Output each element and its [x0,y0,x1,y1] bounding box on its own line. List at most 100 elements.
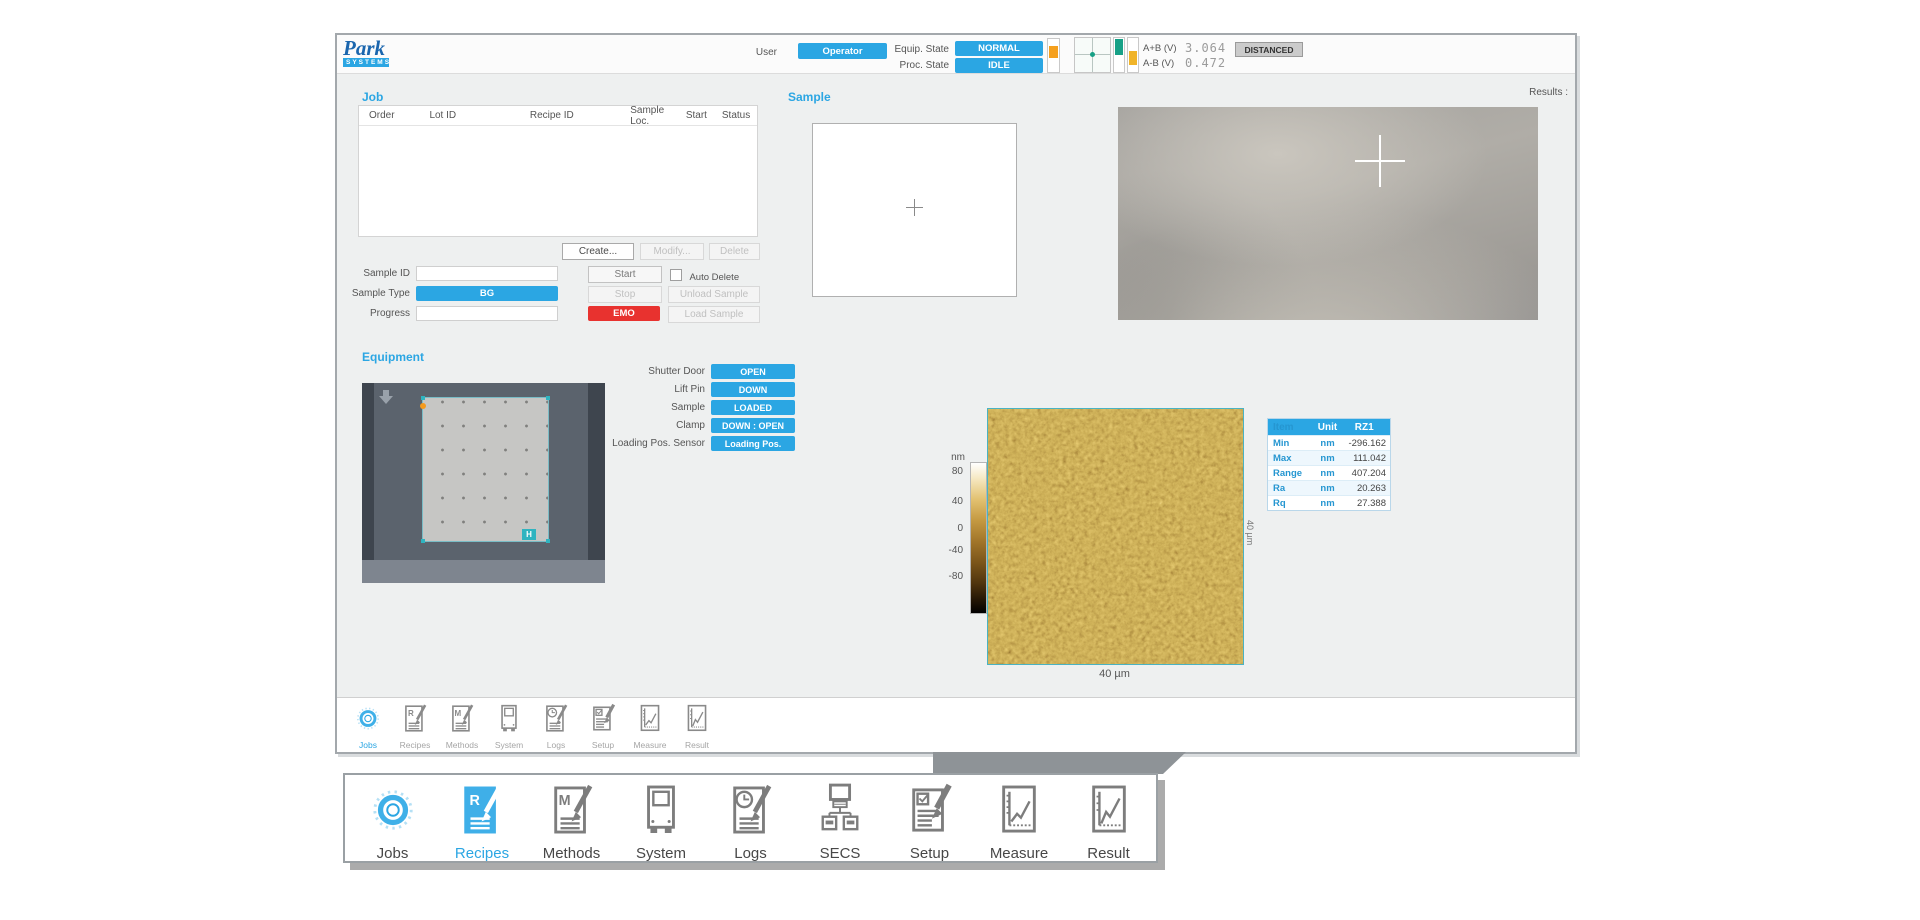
results-col-rz1: RZ1 [1342,422,1390,433]
modify-button[interactable]: Modify... [640,243,704,260]
camera-view[interactable] [1118,107,1538,320]
plate-h-marker: H [522,529,536,540]
callout-item-jobs[interactable]: Jobs [351,782,435,861]
result-item: Rq [1268,498,1313,509]
xy-position-indicator [1074,37,1111,73]
equipment-left-rail [362,383,374,583]
sample-type-label: Sample Type [337,288,410,299]
emo-button[interactable]: EMO [588,306,660,321]
distanced-button[interactable]: DISTANCED [1235,42,1303,57]
measure-icon [637,703,663,734]
callout-item-result[interactable]: Result [1067,782,1151,861]
equip-state-label: Equip. State [857,44,949,55]
result-item: Max [1268,453,1313,464]
callout-item-label: Setup [888,845,972,862]
callout-item-label: SECS [798,845,882,862]
loading-pos-status: Loading Pos. [711,436,795,451]
lift-pin-status: DOWN [711,382,795,397]
sample-type-value[interactable]: BG [416,286,558,301]
callout-item-label: Recipes [440,845,524,862]
auto-delete-label: Auto Delete [689,272,739,283]
callout-item-recipes[interactable]: Recipes [440,782,524,861]
unload-sample-button[interactable]: Unload Sample [668,286,760,303]
callout-item-measure[interactable]: Measure [977,782,1061,861]
equipment-schematic: H [362,383,605,583]
level-marker-orange [1049,46,1058,58]
equipment-right-rail [588,383,605,583]
result-value: 27.388 [1342,498,1390,509]
results-row-ra: Ra nm 20.263 [1268,480,1390,495]
methods-icon [449,703,475,734]
callout-item-label: Logs [709,845,793,862]
wafer-map-view[interactable] [812,123,1017,297]
callout-item-setup[interactable]: Setup [888,782,972,861]
equipment-panel-title: Equipment [362,350,424,364]
toolbar-item-setup[interactable]: Setup [581,698,625,752]
toolbar-item-jobs[interactable]: Jobs [346,698,390,752]
toolbar-item-label: System [487,740,531,750]
sample-id-input[interactable] [416,266,558,281]
col-recipe-id: Recipe ID [530,110,630,121]
sample-panel-title: Sample [788,90,831,104]
result-value: 111.042 [1342,453,1390,464]
proc-state-label: Proc. State [857,60,949,71]
colorbar-tick-n40: -40 [935,545,963,556]
scan-size-bottom-label: 40 µm [987,668,1242,680]
start-button[interactable]: Start [588,266,662,283]
sample-id-label: Sample ID [337,268,410,279]
job-table[interactable]: Order Lot ID Recipe ID Sample Loc. Start… [358,105,758,237]
auto-delete-box[interactable] [670,269,682,281]
toolbar-item-system[interactable]: System [487,698,531,752]
col-start: Start [686,110,722,121]
progress-label: Progress [337,308,410,319]
delete-button[interactable]: Delete [709,243,760,260]
jobs-icon [355,703,381,734]
toolbar-item-label: Recipes [393,740,437,750]
callout-item-label: Jobs [351,845,435,862]
toolbar-item-result[interactable]: Result [675,698,719,752]
park-systems-logo: Park SYSTEMS [343,38,389,67]
result-item: Min [1268,438,1313,449]
result-unit: nm [1313,438,1343,449]
result-value: 407.204 [1342,468,1390,479]
callout-item-label: System [619,845,703,862]
stop-button[interactable]: Stop [588,286,662,303]
results-col-unit: Unit [1313,422,1343,433]
result-unit: nm [1313,453,1343,464]
result-unit: nm [1313,468,1343,479]
toolbar-item-logs[interactable]: Logs [534,698,578,752]
callout-item-secs[interactable]: SECS [798,782,882,861]
callout-item-methods[interactable]: Methods [530,782,614,861]
progress-input[interactable] [416,306,558,321]
callout-item-system[interactable]: System [619,782,703,861]
toolbar-item-recipes[interactable]: Recipes [393,698,437,752]
auto-delete-checkbox[interactable]: Auto Delete [670,267,739,285]
recipes-icon [459,782,505,838]
equip-state-value[interactable]: NORMAL [955,41,1043,56]
methods-icon [549,782,595,838]
results-table-header: Item Unit RZ1 [1268,419,1390,435]
logs-icon [543,703,569,734]
toolbar-item-measure[interactable]: Measure [628,698,672,752]
result-item: Ra [1268,483,1313,494]
camera-crosshair-v [1379,135,1381,187]
callout-item-logs[interactable]: Logs [709,782,793,861]
afm-scan-image[interactable] [987,408,1244,665]
toolbar-item-label: Result [675,740,719,750]
wafer-crosshair-v [914,199,915,216]
plate-orange-marker [420,403,426,409]
toolbar-item-methods[interactable]: Methods [440,698,484,752]
plate-corner-br [546,539,550,543]
sample-status: LOADED [711,400,795,415]
bottom-toolbar: Jobs Recipes Methods System Logs Setup [337,697,1575,752]
toolbar-item-label: Methods [440,740,484,750]
results-label: Results : [1529,87,1568,98]
col-order: Order [359,110,429,121]
a-plus-b-value: 3.064 [1185,41,1226,55]
load-sample-button[interactable]: Load Sample [668,306,760,323]
proc-state-value[interactable]: IDLE [955,58,1043,73]
magnifier-wedge [933,752,1189,775]
create-button[interactable]: Create... [562,243,634,260]
colorbar-tick-40: 40 [935,496,963,507]
secs-icon [817,782,863,838]
